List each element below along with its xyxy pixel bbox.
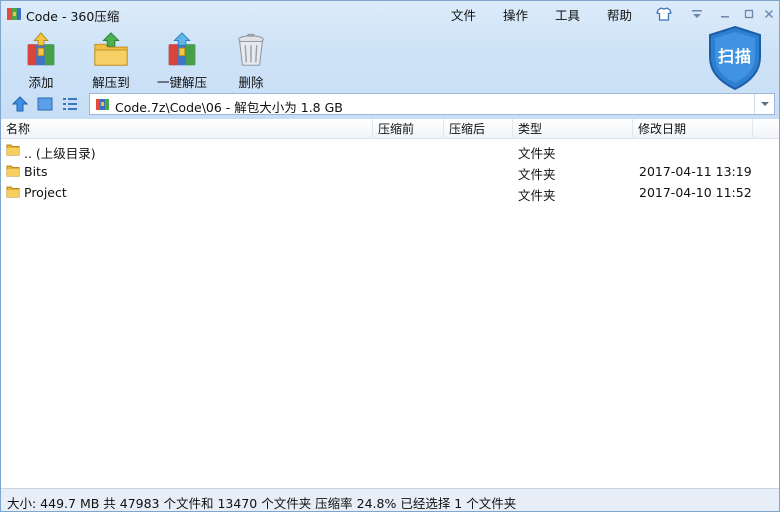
status-bar: 大小: 449.7 MB 共 47983 个文件和 13470 个文件夹 压缩率… [1,488,779,511]
up-arrow-icon[interactable] [11,95,29,113]
minimize-icon [721,15,729,17]
extract-to-label: 解压到 [92,75,130,90]
scan-button[interactable]: 扫描 [706,43,764,67]
shirt-icon [656,6,672,21]
column-after[interactable]: 压缩后 [444,119,513,139]
extract-folder-icon [94,32,128,66]
add-button[interactable]: 添加 [19,31,63,91]
large-icon-view-icon[interactable] [36,95,54,113]
menu-help[interactable]: 帮助 [607,5,632,23]
delete-button[interactable]: 删除 [229,31,273,91]
top-area: Code - 360压缩 文件 操作 工具 帮助 添加 解压到 一键解压 删除 … [1,1,779,119]
folder-icon [6,186,20,198]
chevron-down-icon [760,102,769,106]
file-name: Project [24,185,67,200]
minimize-button[interactable] [714,5,736,22]
list-view-icon[interactable] [61,95,79,113]
trash-can-icon [238,33,264,66]
column-before[interactable]: 压缩前 [373,119,444,139]
address-bar[interactable]: Code.7z\Code\06 - 解包大小为 1.8 GB [89,93,775,115]
one-click-extract-label: 一键解压 [156,75,207,90]
app-window: Code - 360压缩 文件 操作 工具 帮助 添加 解压到 一键解压 删除 … [0,0,780,512]
file-type: 文件夹 [518,188,556,203]
column-type[interactable]: 类型 [513,119,633,139]
delete-label: 删除 [238,75,264,90]
column-name[interactable]: 名称 [1,119,373,139]
file-modified: 2017-04-11 13:19 [639,164,752,179]
add-label: 添加 [28,75,54,90]
extract-to-button[interactable]: 解压到 [89,31,133,91]
archive-app-icon [7,8,21,20]
file-type: 文件夹 [518,167,556,182]
file-name: Bits [24,164,48,179]
folder-icon [6,144,20,156]
window-title: Code - 360压缩 [26,9,120,24]
file-modified: 2017-04-10 11:52 [639,185,752,200]
menu-tools[interactable]: 工具 [555,5,580,23]
settings-button[interactable] [686,5,708,22]
one-click-extract-icon [168,32,196,66]
menu-file[interactable]: 文件 [451,5,476,23]
list-item[interactable]: .. (上级目录) 文件夹 [1,140,779,161]
list-header: 名称 压缩前 压缩后 类型 修改日期 [1,119,779,139]
list-item[interactable]: Bits 文件夹 2017-04-11 13:19 [1,161,779,182]
menu-operate[interactable]: 操作 [503,5,528,23]
address-path: Code.7z\Code\06 - 解包大小为 1.8 GB [115,100,343,115]
maximize-icon [744,9,754,18]
add-archive-icon [27,32,55,66]
maximize-button[interactable] [738,5,760,22]
close-icon [765,9,773,18]
file-name: .. (上级目录) [24,146,96,161]
close-button[interactable] [758,5,780,22]
dropdown-menu-icon [692,9,702,18]
archive-icon [96,99,109,110]
address-dropdown-button[interactable] [754,94,774,114]
one-click-extract-button[interactable]: 一键解压 [152,31,212,91]
file-type: 文件夹 [518,146,556,161]
status-text: 大小: 449.7 MB 共 47983 个文件和 13470 个文件夹 压缩率… [7,496,517,511]
skin-shirt-button[interactable] [653,5,675,22]
folder-icon [6,165,20,177]
list-item[interactable]: Project 文件夹 2017-04-10 11:52 [1,182,779,203]
column-modified[interactable]: 修改日期 [633,119,753,139]
title-bar: Code - 360压缩 文件 操作 工具 帮助 [1,1,779,27]
